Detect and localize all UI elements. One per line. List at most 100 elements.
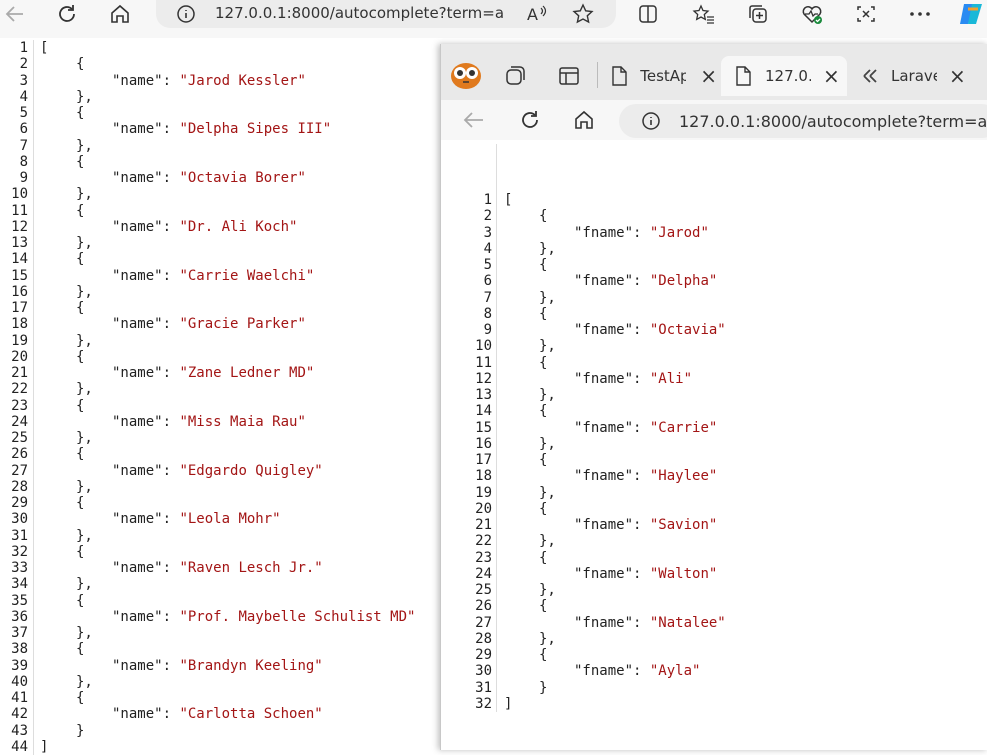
home-icon[interactable] [569,106,599,134]
line-number: 36 [11,608,28,625]
collections-icon[interactable] [744,0,772,28]
profile-avatar-icon[interactable] [449,60,483,90]
json-brace: }, [76,137,93,154]
json-brace: { [76,56,85,73]
line-number: 27 [475,614,492,631]
close-tab-icon[interactable]: × [823,64,840,88]
front-url-text[interactable]: 127.0.0.1:8000/autocomplete?term=a [679,112,987,131]
json-line: { [539,306,547,322]
favorites-icon[interactable] [690,0,718,28]
json-line: }, [539,290,556,306]
line-number: 5 [483,257,492,273]
front-address-bar[interactable]: 127.0.0.1:8000/autocomplete?term=a [619,104,987,138]
page-icon [611,66,628,86]
home-icon[interactable] [105,0,135,28]
json-key: "name" [112,316,163,333]
json-line: { [76,593,84,609]
json-line: "name": "Jarod Kessler" [112,73,306,89]
json-brace: { [539,452,548,468]
json-colon: : [633,224,650,241]
line-number: 15 [475,419,492,436]
copilot-icon[interactable] [956,0,987,28]
line-number: 3 [483,224,492,241]
json-key: "name" [112,267,163,284]
line-number: 39 [11,657,28,674]
json-bracket: [ [504,192,513,208]
json-string-value: "Delpha" [649,273,718,290]
line-number: 8 [19,153,28,170]
tab-laravel[interactable]: Laravel × [853,56,987,96]
info-icon[interactable] [174,0,198,28]
read-aloud-icon[interactable]: A [524,0,550,28]
json-brace: } [76,722,85,739]
close-tab-icon[interactable]: × [949,64,966,88]
json-line: { [76,203,84,219]
screenshot-icon[interactable] [852,0,880,28]
line-number: 8 [483,305,492,322]
tab-localhost-active[interactable]: 127.0.0 × [721,56,847,96]
json-brace: { [539,257,548,273]
json-string-value: "Zane Ledner MD" [179,365,315,381]
back-url-text[interactable]: 127.0.0.1:8000/autocomplete?term=a [215,4,504,22]
json-line: "name": "Brandyn Keeling" [112,658,323,674]
json-line: [ [40,40,48,56]
line-number: 35 [11,592,28,609]
front-json-viewer: 1 [2 {3 "fname": "Jarod" 4}, 5 {6 "fname": "Del… [441,144,987,750]
json-key: "name" [112,72,163,89]
json-line: }, [539,533,556,549]
favorite-star-icon[interactable] [570,0,596,28]
json-line: }, [76,430,93,446]
front-browser-window: TestAp × 127.0.0 × Laravel × [440,44,987,750]
close-tab-icon[interactable]: × [700,64,717,88]
json-string-value: "Walton" [649,565,718,582]
reload-icon[interactable] [515,106,545,134]
json-key: "name" [112,706,163,723]
json-brace: }, [539,533,556,550]
reload-icon[interactable] [52,0,82,28]
json-string-value: "Dr. Ali Koch" [179,218,298,235]
json-line: }, [539,485,556,501]
tab-testapp[interactable]: TestAp × [605,56,717,96]
line-number: 28 [475,630,492,647]
line-number: 32 [475,695,492,712]
json-brace: { [76,202,85,219]
line-number: 21 [475,517,492,533]
json-key: "name" [112,560,163,576]
line-number: 38 [11,641,28,658]
tab-actions-icon[interactable] [557,64,581,88]
json-key: "name" [112,657,163,674]
json-line: "name": "Carrie Waelchi" [112,268,314,284]
json-brace: { [76,641,85,658]
json-brace: }, [539,435,556,452]
json-colon: : [162,608,180,625]
json-line: { [539,403,547,419]
back-arrow-icon[interactable] [0,0,30,28]
split-screen-icon[interactable] [634,0,662,28]
json-bracket: [ [40,40,49,56]
line-number: 43 [11,722,28,739]
json-colon: : [162,170,180,186]
tab-label: Laravel [891,67,937,85]
json-brace: { [539,354,548,371]
browser-essentials-icon[interactable] [798,0,826,28]
json-key: "fname" [574,419,634,436]
json-line: }, [539,387,556,403]
line-number: 17 [475,452,492,468]
back-address-bar[interactable]: 127.0.0.1:8000/autocomplete?term=a A [156,0,616,28]
workspaces-icon[interactable] [503,64,527,88]
json-colon: : [633,370,650,387]
json-brace: { [539,305,548,322]
json-line: "fname": "Ayla" [574,663,700,679]
line-number: 11 [11,202,28,219]
line-number: 15 [11,267,28,284]
json-brace: { [76,300,85,316]
line-number: 44 [11,738,28,755]
more-menu-icon[interactable] [906,0,934,28]
json-brace: }, [76,625,93,641]
line-number: 13 [11,235,28,251]
back-arrow-icon[interactable] [459,106,489,134]
info-icon[interactable] [639,107,663,135]
json-key: "name" [112,511,163,528]
line-number: 37 [11,625,28,641]
json-line: "fname": "Octavia" [574,322,726,338]
